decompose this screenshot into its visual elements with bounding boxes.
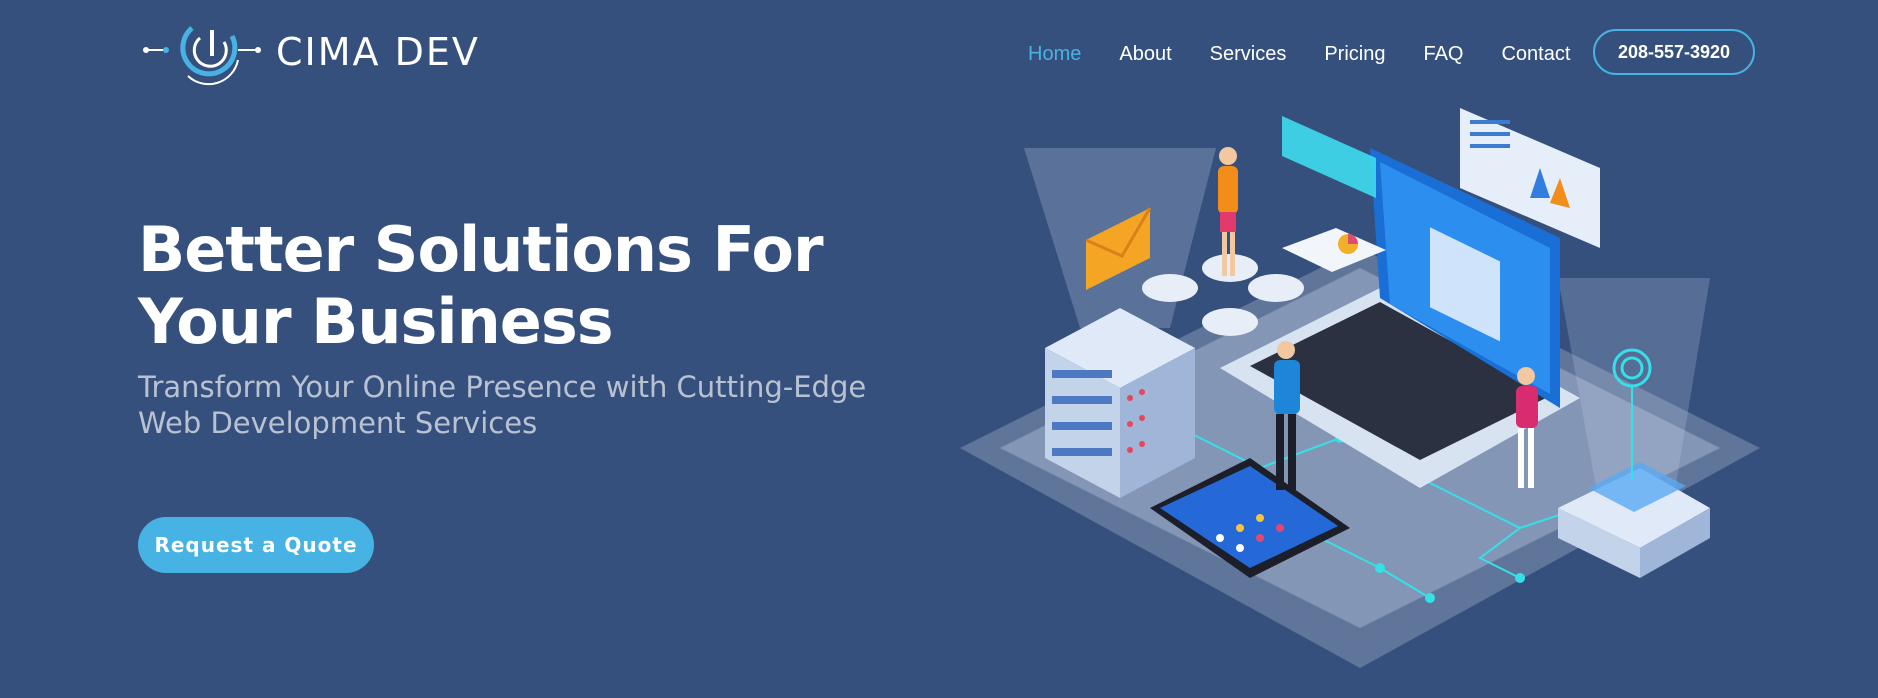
nav-services[interactable]: Services <box>1210 40 1287 68</box>
nav-contact[interactable]: Contact <box>1501 40 1570 68</box>
hero-illustration <box>960 108 1760 668</box>
logo[interactable] <box>140 20 264 90</box>
nav-about[interactable]: About <box>1119 40 1171 68</box>
request-quote-button[interactable]: Request a Quote <box>138 517 374 573</box>
phone-button[interactable]: 208-557-3920 <box>1593 29 1755 75</box>
brand-name[interactable]: CIMA DEV <box>276 30 480 74</box>
nav-faq[interactable]: FAQ <box>1423 40 1463 68</box>
hero-title: Better Solutions For Your Business <box>138 213 824 358</box>
hero-subtitle: Transform Your Online Presence with Cutt… <box>138 370 867 440</box>
nav-home[interactable]: Home <box>1028 40 1081 68</box>
nav-pricing[interactable]: Pricing <box>1324 40 1385 68</box>
main-nav: Home About Services Pricing FAQ Contact <box>1028 40 1608 68</box>
power-circuit-icon <box>143 26 261 86</box>
